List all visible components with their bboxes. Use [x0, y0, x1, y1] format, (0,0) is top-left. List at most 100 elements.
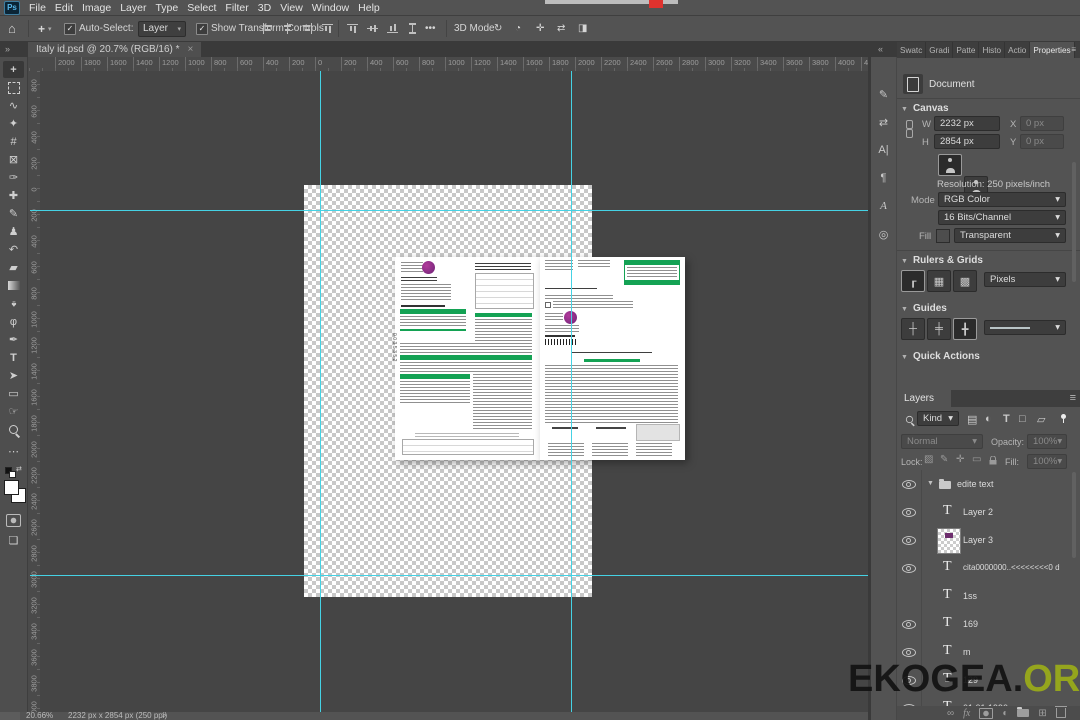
quick-mask-button[interactable]	[3, 512, 24, 529]
layer-row[interactable]: T cita0000000..<<<<<<<<0 d	[897, 554, 1080, 582]
auto-select-checkbox[interactable]: ✓	[64, 16, 76, 41]
new-layer-icon[interactable]: ⊞	[1038, 708, 1046, 719]
status-chevron-icon[interactable]: >	[162, 712, 167, 720]
object-selection-tool[interactable]: ✦	[3, 115, 24, 132]
menu-edit[interactable]: Edit	[55, 2, 73, 14]
horizontal-guide[interactable]	[30, 575, 868, 576]
units-dropdown[interactable]: Pixels ▾	[984, 272, 1066, 287]
paragraph-panel-icon[interactable]: ¶	[871, 169, 896, 187]
pixel-grid-toggle-icon[interactable]: ▩	[953, 270, 977, 292]
scrollbar[interactable]	[1072, 162, 1076, 282]
zoom-level[interactable]: 20.66%	[26, 712, 53, 720]
guide-style-dropdown[interactable]: ▾	[984, 320, 1066, 335]
zoom-tool[interactable]	[3, 421, 24, 438]
brush-tool[interactable]: ✎	[3, 205, 24, 222]
vertical-guide[interactable]	[571, 71, 572, 712]
pixel-filter-icon[interactable]: ▤	[967, 413, 977, 426]
menu-layer[interactable]: Layer	[120, 2, 146, 14]
gradient-tool[interactable]	[3, 277, 24, 294]
layer-row[interactable]: T Layer 2	[897, 498, 1080, 526]
swap-colors-icon[interactable]: ⇄	[16, 465, 22, 473]
glyphs-panel-icon[interactable]: A	[871, 197, 896, 215]
distribute-center-icon[interactable]	[367, 16, 378, 41]
tab-patterns[interactable]: Patte	[953, 42, 980, 58]
hand-tool[interactable]: ☞	[3, 403, 24, 420]
home-icon[interactable]: ⌂	[8, 16, 16, 41]
crop-tool[interactable]: #	[3, 133, 24, 150]
lock-pixels-icon[interactable]: ✎	[940, 454, 948, 465]
menu-window[interactable]: Window	[312, 2, 349, 14]
align-top-icon[interactable]	[322, 16, 333, 41]
eyedropper-tool[interactable]: ✑	[3, 169, 24, 186]
fill-dropdown[interactable]: Transparent ▾	[954, 228, 1066, 243]
lock-transparency-icon[interactable]: ▨	[924, 454, 933, 465]
distribute-left-icon[interactable]	[347, 16, 358, 41]
path-select-tool[interactable]: ➤	[3, 367, 24, 384]
layer-thumbnail[interactable]	[937, 528, 961, 554]
document-tab[interactable]: Italy id.psd @ 20.7% (RGB/16) * ×	[28, 42, 202, 57]
shape-filter-icon[interactable]: □	[1019, 413, 1026, 425]
layer-row[interactable]: T 1ss	[897, 582, 1080, 610]
top-ruler[interactable]: 2000 1800 1600 1400 1200 1000 800 600 400 200 0 200…	[28, 57, 868, 72]
screen-mode-button[interactable]: ❏	[3, 532, 24, 549]
eye-toggle[interactable]	[897, 526, 922, 554]
eye-toggle[interactable]	[897, 470, 922, 498]
layer-row[interactable]: Layer 3	[897, 526, 1080, 554]
filter-toggle-icon[interactable]	[1061, 414, 1066, 423]
panel-menu-icon[interactable]: ≡	[1071, 45, 1076, 54]
canvas-viewport[interactable]: 0035352	[40, 71, 868, 712]
new-group-icon[interactable]	[1017, 707, 1030, 717]
adjustment-layer-icon[interactable]: ◐	[1002, 708, 1008, 719]
portrait-orientation-button[interactable]	[938, 154, 962, 176]
align-right-icon[interactable]	[302, 16, 313, 41]
layer-row[interactable]: T 169	[897, 610, 1080, 638]
marquee-tool[interactable]	[3, 79, 24, 96]
collapse-left-icon[interactable]: »	[5, 44, 10, 54]
clone-stamp-tool[interactable]: ♟	[3, 223, 24, 240]
smart-guides-toggle-icon[interactable]: ╪	[927, 318, 951, 340]
history-brush-tool[interactable]: ↶	[3, 241, 24, 258]
healing-brush-tool[interactable]: ✚	[3, 187, 24, 204]
layer-row-group[interactable]: ▼ edite text	[897, 470, 1080, 498]
tab-history[interactable]: Histo	[979, 42, 1006, 58]
align-left-icon[interactable]	[262, 16, 273, 41]
menu-filter[interactable]: Filter	[225, 2, 248, 14]
canvas-section-header[interactable]: ▼ Canvas	[901, 103, 949, 114]
menu-select[interactable]: Select	[187, 2, 216, 14]
type-tool[interactable]: T	[3, 349, 24, 366]
foreground-color-swatch[interactable]	[4, 480, 19, 495]
menu-image[interactable]: Image	[82, 2, 111, 14]
show-transform-checkbox[interactable]: ✓	[196, 16, 208, 41]
move-tool-preset[interactable]: + ▾	[38, 16, 52, 41]
layer-mask-icon[interactable]	[979, 707, 994, 719]
close-icon[interactable]: ×	[188, 44, 194, 55]
tab-layers[interactable]: Layers	[897, 390, 951, 407]
move-tool[interactable]: +	[3, 61, 24, 78]
edit-guides-icon[interactable]: ╋	[953, 318, 977, 340]
eye-toggle[interactable]	[897, 554, 922, 582]
vertical-guide[interactable]	[320, 71, 321, 712]
menu-file[interactable]: File	[29, 2, 46, 14]
tab-swatches[interactable]: Swatc	[897, 42, 927, 58]
adjustment-filter-icon[interactable]: ◐	[985, 413, 992, 425]
dodge-tool[interactable]: φ	[3, 313, 24, 330]
blur-tool[interactable]: ♠	[3, 295, 24, 312]
edit-toolbar-button[interactable]: ⋯	[3, 443, 24, 460]
libraries-panel-icon[interactable]: ◎	[871, 225, 896, 243]
width-field[interactable]: 2232 px	[934, 116, 1000, 131]
more-options-icon[interactable]: •••	[425, 16, 436, 41]
auto-select-target-dropdown[interactable]: Layer ▾	[138, 16, 186, 41]
menu-help[interactable]: Help	[358, 2, 380, 14]
lasso-tool[interactable]: ∿	[3, 97, 24, 114]
bit-depth-dropdown[interactable]: 16 Bits/Channel ▾	[938, 210, 1066, 225]
pen-tool[interactable]: ✒	[3, 331, 24, 348]
tab-gradients[interactable]: Gradi	[926, 42, 954, 58]
eye-toggle[interactable]	[897, 582, 922, 610]
delete-layer-icon[interactable]	[1054, 706, 1067, 718]
lock-all-icon[interactable]	[989, 456, 997, 465]
align-center-icon[interactable]	[282, 16, 293, 41]
swap-panel-icon[interactable]: ⇄	[871, 113, 896, 131]
tab-actions[interactable]: Actio	[1005, 42, 1031, 58]
menu-type[interactable]: Type	[155, 2, 178, 14]
lock-position-icon[interactable]: ✛	[956, 454, 964, 465]
